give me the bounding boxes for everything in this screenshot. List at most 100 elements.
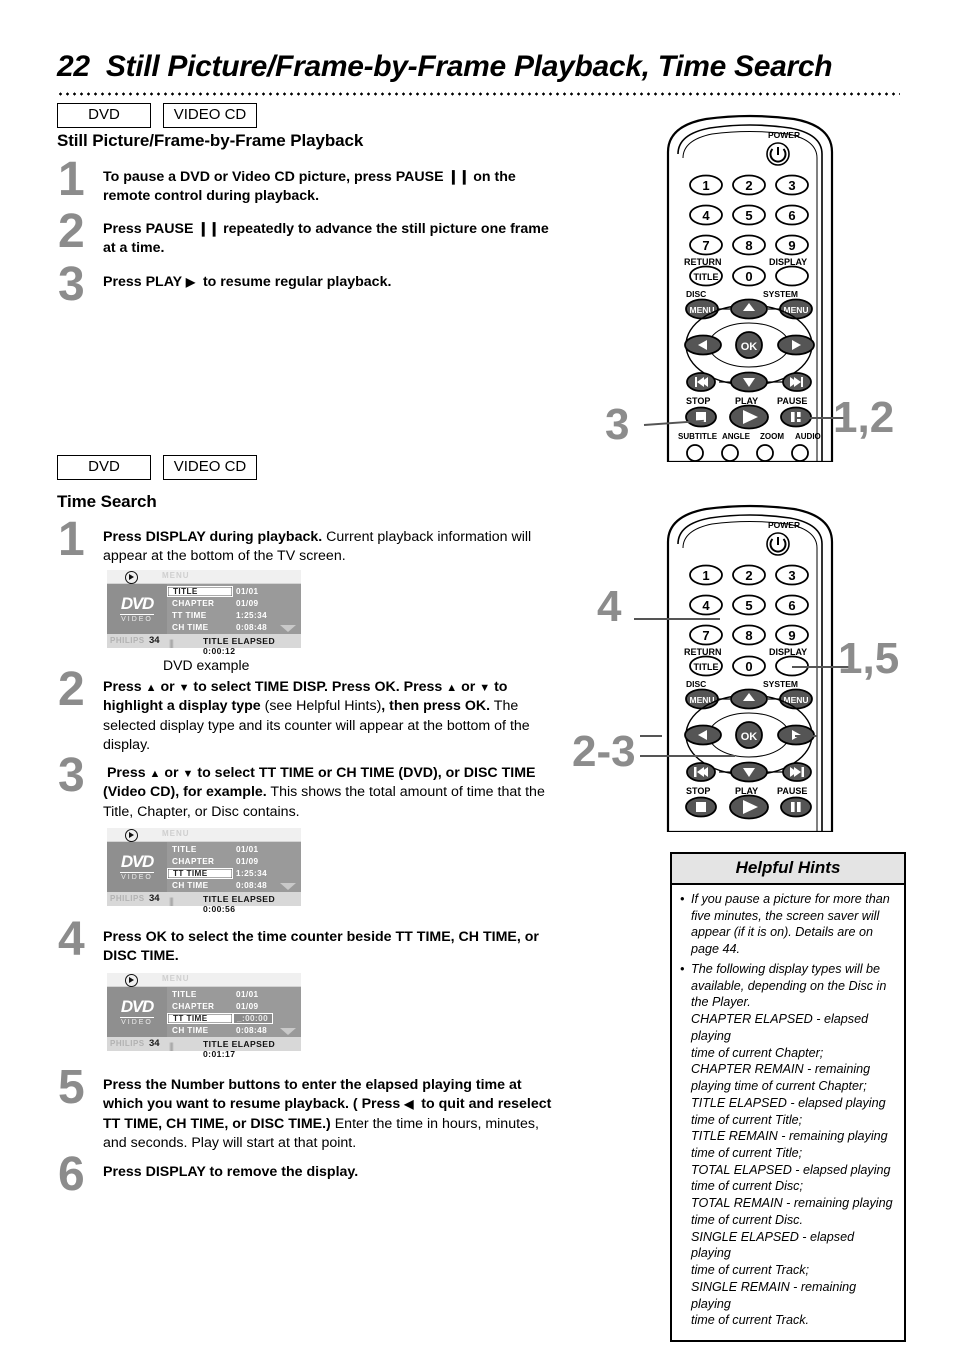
osd-field-value: 01/01 [236,844,259,854]
header-divider [57,92,900,96]
osd-brand: PHILIPS [110,1039,145,1048]
osd-field-value: 1:25:34 [236,610,268,620]
pause-button [780,796,812,818]
callout-remote1-right: 1,2 [833,393,895,442]
osd-field-label: CHAPTER [172,1001,215,1011]
num-8: 8 [732,624,766,646]
osd-statusbar: PHILIPS 34 ||| TITLE ELAPSED 0:01:17 [107,1037,301,1059]
osd-row: CHAPTER 01/09 [167,1000,301,1012]
num-2: 2 [732,564,766,586]
next-button [782,762,812,782]
ok-button: OK [735,331,763,359]
title-button: TITLE [689,655,723,677]
osd-status-text: TITLE ELAPSED 0:00:56 [203,893,276,914]
audio-label: AUDIO [795,432,821,441]
step-s2-5: 5 Press the Number buttons to enter the … [58,1064,558,1154]
step-text: To pause a DVD or Video CD picture, pres… [103,169,516,205]
callout-remote2-left-top: 4 [597,582,622,631]
step-s1-3: 3 Press PLAY to resume regular playback. [58,261,558,309]
system-menu-button: MENU [779,298,813,320]
dvd-video-logo: DVD VIDEO [107,584,167,634]
osd-row: TT TIME 1:25:34 [167,867,301,879]
stop-button [685,406,717,428]
step-number: 1 [58,153,85,206]
osd-titlebar: MENU [107,973,301,987]
display-label: DISPLAY [769,647,807,657]
nav-left-button [684,724,722,746]
osd-status-text: TITLE ELAPSED 0:01:17 [203,1038,276,1059]
badge-dvd-2: DVD [57,455,151,480]
osd-titlebar: MENU [107,570,301,584]
disc-menu-button: MENU [685,688,719,710]
osd-field-label: CH TIME [172,622,209,632]
play-icon [125,974,138,987]
zoom-button [756,444,774,462]
nav-up-button [730,298,768,320]
angle-label: ANGLE [722,432,751,441]
return-label: RETURN [684,257,722,267]
leader-line-numbers [634,618,720,620]
badge-dvd: DVD [57,103,151,128]
play-icon [125,571,138,584]
num-9: 9 [775,234,809,256]
osd-field-label: TITLE [172,989,197,999]
svg-text:4: 4 [702,598,710,613]
osd-field-value: 01/09 [236,1001,259,1011]
step-s2-2: 2 Press or to select TIME DISP. Press OK… [58,666,558,756]
svg-text:8: 8 [745,628,752,643]
num-0: 0 [732,655,766,677]
step-text: Press DISPLAY during playback. Current p… [103,529,532,565]
osd-field-label: TITLE [172,844,197,854]
osd-field-value: 0:08:48 [236,622,268,632]
remote-control-diagram-1: POWER 1 2 3 4 5 6 7 8 9 RETURN DISPLAY T… [650,112,850,462]
osd-row: TITLE 01/01 [167,843,301,855]
system-menu-button: MENU [779,688,813,710]
osd-row: TT TIME _:00:00 [167,1012,301,1024]
callout-remote2-right: 1,5 [838,634,900,683]
osd-field-list: TITLE 01/01 CHAPTER 01/09 TT TIME 1:25:34 C… [167,584,301,634]
svg-text:7: 7 [702,238,709,253]
osd-field-value: 01/09 [236,856,259,866]
osd-field-label: CHAPTER [172,598,215,608]
remote-svg-1: POWER 1 2 3 4 5 6 7 8 9 RETURN DISPLAY T… [666,114,834,462]
num-6: 6 [775,204,809,226]
osd-row: CHAPTER 01/09 [167,597,301,609]
play-button [729,794,769,820]
osd-field-label: TITLE [167,585,233,597]
num-6: 6 [775,594,809,616]
number-pad: 1 2 3 4 5 6 7 8 9 [689,174,809,256]
step-text: Press the Number buttons to enter the el… [103,1076,558,1154]
leader-line-nav-right [795,735,817,737]
pause-label: PAUSE [777,396,807,406]
step-text: Press PAUSE ❙❙ repeatedly to advance the… [103,221,549,257]
osd-field-label: CH TIME [172,880,209,890]
num-4: 4 [689,204,723,226]
step-text: Press or to select TT TIME or CH TIME (D… [103,764,558,822]
bullet-icon: • [680,892,685,906]
leader-line-nav-top [640,735,662,737]
svg-text:5: 5 [745,598,752,613]
svg-text:9: 9 [788,628,795,643]
number-pad: 1 2 3 4 5 6 7 8 9 [689,564,809,646]
power-label: POWER [768,520,800,530]
osd-menu-label: MENU [162,829,190,838]
svg-text:5: 5 [745,208,752,223]
svg-text:0: 0 [745,269,752,284]
step-text: Press PLAY to resume regular playback. [103,273,558,292]
callout-remote2-left-bottom: 2-3 [572,727,636,776]
osd-field-value: 01/01 [236,989,259,999]
display-label: DISPLAY [769,257,807,267]
subtitle-button [686,444,704,462]
section-heading-time-search: Time Search [57,492,157,511]
pause-label: PAUSE [777,786,807,796]
osd-field-list: TITLE 01/01 CHAPTER 01/09 TT TIME 1:25:34 C… [167,842,301,892]
nav-right-button [777,334,815,356]
chevron-down-icon [280,883,296,890]
step-number: 1 [58,513,85,566]
prev-button [686,762,716,782]
display-button [775,265,809,287]
osd-field-value: 01/09 [236,598,259,608]
osd-statusbar: PHILIPS 34 ||| TITLE ELAPSED 0:00:12 [107,634,301,656]
osd-row: CHAPTER 01/09 [167,855,301,867]
section-heading-still-picture: Still Picture/Frame-by-Frame Playback [57,131,364,150]
